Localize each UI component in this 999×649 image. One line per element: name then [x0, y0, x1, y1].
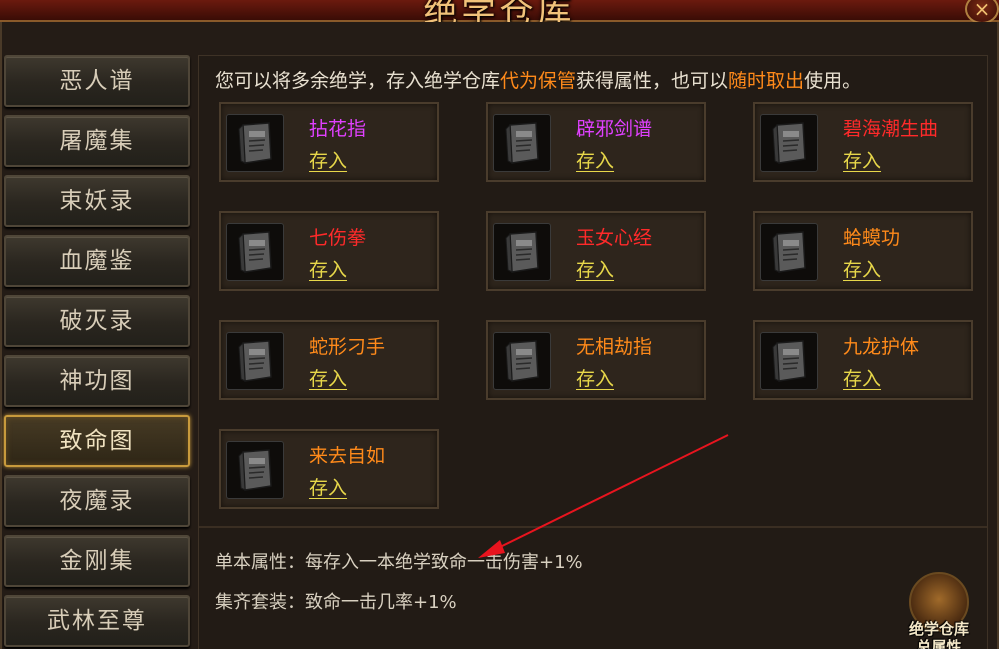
sidebar-item-0[interactable]: 恶人谱	[4, 55, 190, 107]
sidebar-item-9[interactable]: 武林至尊	[4, 595, 190, 647]
skill-name: 九龙护体	[843, 336, 920, 358]
skill-card: 无相劫指 存入	[486, 320, 706, 400]
intro-part1: 您可以将多余绝学，存入绝学仓库	[215, 70, 501, 92]
skill-book-icon[interactable]	[760, 332, 818, 390]
intro-part3: 使用。	[804, 70, 862, 92]
sidebar-item-7[interactable]: 夜魔录	[4, 475, 190, 527]
skill-book-icon[interactable]	[226, 114, 284, 172]
skill-book-icon[interactable]	[226, 223, 284, 281]
intro-highlight-keep: 代为保管	[500, 70, 577, 92]
sidebar-item-2[interactable]: 束妖录	[4, 175, 190, 227]
skill-name: 碧海潮生曲	[843, 118, 939, 140]
deposit-link[interactable]: 存入	[309, 473, 347, 500]
main-panel: 您可以将多余绝学，存入绝学仓库代为保管获得属性，也可以随时取出使用。 拈花指存入…	[198, 55, 988, 649]
skill-book-icon[interactable]	[493, 332, 551, 390]
skill-name: 来去自如	[309, 445, 386, 467]
window-frame: 恶人谱屠魔集束妖录血魔鉴破灭录神功图致命图夜魔录金刚集武林至尊 您可以将多余绝学…	[0, 22, 999, 649]
intro-part2: 获得属性，也可以	[576, 70, 729, 92]
title-bar: 绝学仓库	[0, 0, 999, 32]
skill-card: 蛤蟆功 存入	[753, 211, 973, 291]
skill-name: 拈花指	[309, 118, 367, 140]
skill-name: 辟邪剑谱	[576, 118, 653, 140]
skill-card: 七伤拳 存入	[219, 211, 439, 291]
skill-book-icon[interactable]	[493, 223, 551, 281]
sidebar-item-1[interactable]: 屠魔集	[4, 115, 190, 167]
skill-book-icon[interactable]	[226, 441, 284, 499]
deposit-link[interactable]: 存入	[843, 255, 881, 282]
skill-book-icon[interactable]	[493, 114, 551, 172]
skill-card: 玉女心经 存入	[486, 211, 706, 291]
sidebar-item-4[interactable]: 破灭录	[4, 295, 190, 347]
skill-name: 无相劫指	[576, 336, 653, 358]
sidebar-item-3[interactable]: 血魔鉴	[4, 235, 190, 287]
total-attributes-line2: 总属性	[916, 638, 962, 649]
skill-book-icon[interactable]	[760, 223, 818, 281]
skill-book-icon[interactable]	[760, 114, 818, 172]
skill-card: 九龙护体 存入	[753, 320, 973, 400]
deposit-link[interactable]: 存入	[309, 364, 347, 391]
deposit-link[interactable]: 存入	[576, 255, 614, 282]
skill-card: 来去自如 存入	[219, 429, 439, 509]
deposit-link[interactable]: 存入	[843, 364, 881, 391]
close-icon: ×	[973, 0, 991, 21]
skill-card: 拈花指 存入	[219, 102, 439, 182]
skill-name: 玉女心经	[576, 227, 653, 249]
sidebar-item-8[interactable]: 金刚集	[4, 535, 190, 587]
total-attributes-label: 绝学仓库 总属性	[899, 620, 979, 649]
deposit-link[interactable]: 存入	[843, 146, 881, 173]
sidebar-item-5[interactable]: 神功图	[4, 355, 190, 407]
deposit-link[interactable]: 存入	[309, 146, 347, 173]
skill-name: 蛇形刁手	[309, 336, 386, 358]
skill-card: 蛇形刁手 存入	[219, 320, 439, 400]
deposit-link[interactable]: 存入	[576, 364, 614, 391]
skill-name: 蛤蟆功	[843, 227, 901, 249]
set-attribute-text: 集齐套装：致命一击几率+1%	[215, 592, 457, 613]
total-attributes-button[interactable]: 绝学仓库 总属性	[899, 572, 979, 649]
sidebar-item-6[interactable]: 致命图	[4, 415, 190, 467]
skill-card: 碧海潮生曲 存入	[753, 102, 973, 182]
skill-card: 辟邪剑谱 存入	[486, 102, 706, 182]
deposit-link[interactable]: 存入	[309, 255, 347, 282]
skill-name: 七伤拳	[309, 227, 367, 249]
total-attributes-line1: 绝学仓库	[908, 620, 969, 638]
skill-book-icon[interactable]	[226, 332, 284, 390]
intro-text: 您可以将多余绝学，存入绝学仓库代为保管获得属性，也可以随时取出使用。	[215, 66, 861, 93]
intro-highlight-withdraw: 随时取出	[728, 70, 805, 92]
single-attribute-text: 单本属性：每存入一本绝学致命一击伤害+1%	[215, 552, 583, 573]
divider	[199, 526, 987, 528]
deposit-link[interactable]: 存入	[576, 146, 614, 173]
